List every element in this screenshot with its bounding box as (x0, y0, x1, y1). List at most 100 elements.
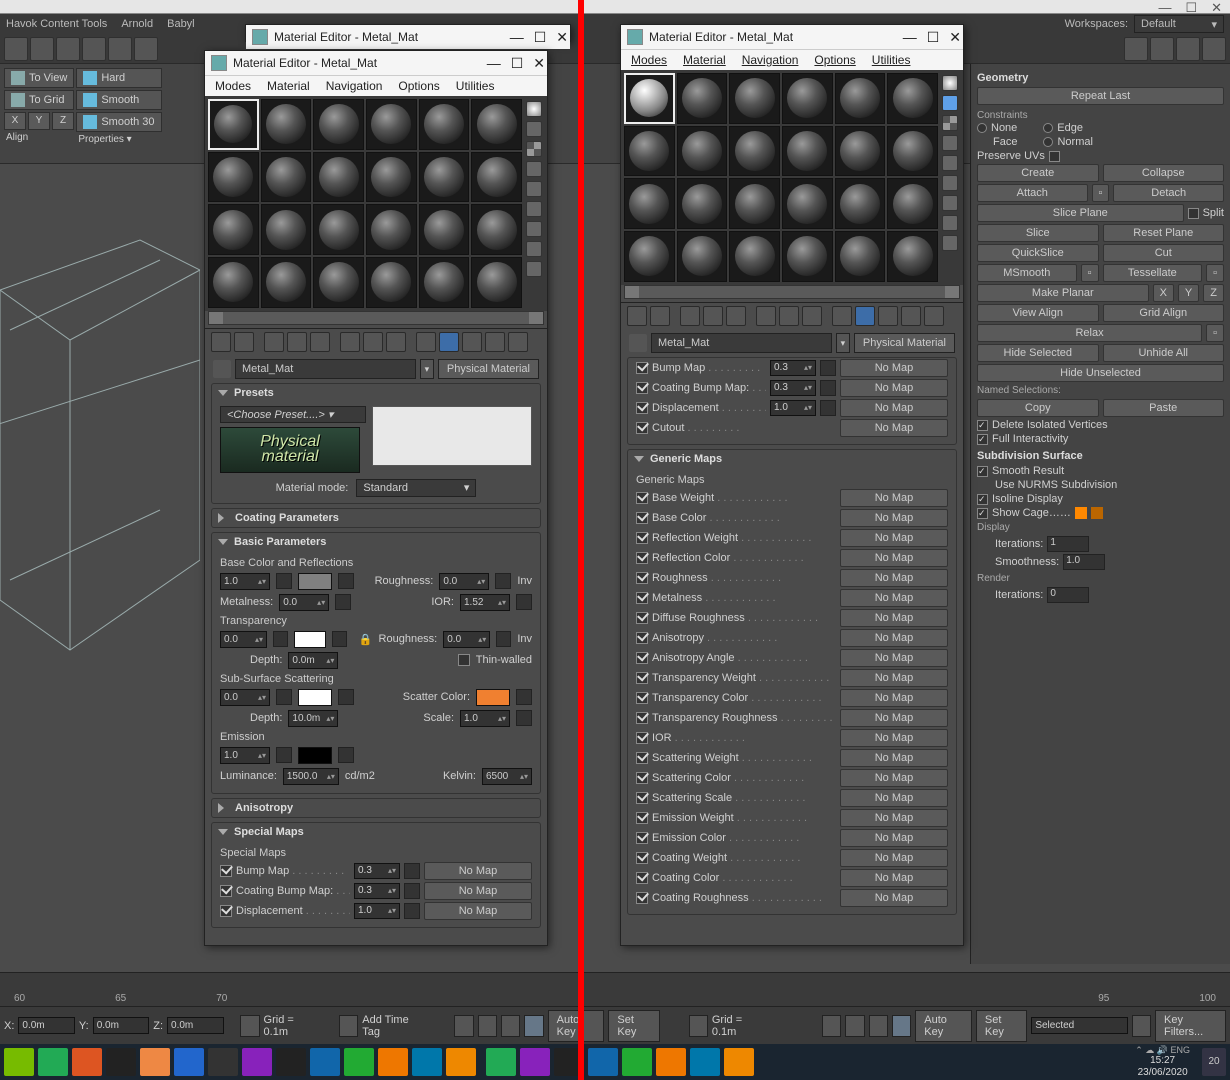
scatter-color-map[interactable] (516, 689, 532, 705)
map-enable-check[interactable] (636, 672, 648, 684)
sss-color-swatch[interactable] (298, 689, 332, 706)
sample-slot[interactable] (729, 126, 780, 177)
detach-button[interactable]: Detach (1113, 184, 1224, 202)
picker-icon[interactable] (213, 360, 231, 378)
show-end-result-icon[interactable] (878, 306, 898, 326)
sample-slot[interactable] (624, 178, 675, 229)
material-name-field[interactable]: Metal_Mat (651, 333, 832, 353)
trans-color-map[interactable] (332, 631, 347, 647)
taskbar-app-icon[interactable] (724, 1048, 754, 1076)
axis-x-button[interactable]: X (4, 112, 26, 130)
map-button[interactable]: No Map (840, 869, 948, 887)
toolbar-icon[interactable] (1124, 37, 1148, 61)
taskbar-app-icon[interactable] (412, 1048, 442, 1076)
map-enable-check[interactable] (220, 865, 232, 877)
map-slot[interactable] (404, 883, 420, 899)
ior-spinner[interactable]: 1.52▴▾ (460, 594, 510, 611)
material-name-dropdown[interactable]: ▾ (836, 333, 850, 353)
map-button[interactable]: No Map (840, 549, 948, 567)
basic-rollout-header[interactable]: Basic Parameters (212, 533, 540, 551)
sample-slot[interactable] (261, 152, 312, 203)
sample-light-icon[interactable] (942, 75, 958, 91)
metalness-map[interactable] (335, 594, 351, 610)
sample-slot[interactable] (887, 126, 938, 177)
transport-prev-icon[interactable] (822, 1015, 841, 1037)
material-id-icon[interactable] (416, 332, 436, 352)
set-key-button[interactable]: Set Key (608, 1010, 659, 1042)
hide-selected-button[interactable]: Hide Selected (977, 344, 1099, 362)
sample-type-icon[interactable] (526, 221, 542, 237)
save-icon[interactable] (386, 332, 406, 352)
transport-next-icon[interactable] (869, 1015, 888, 1037)
menu-navigation[interactable]: Navigation (742, 53, 799, 67)
maximize-icon[interactable]: ☐ (511, 55, 524, 72)
render-iter-spinner[interactable]: 0 (1047, 587, 1089, 603)
go-forward-icon[interactable] (508, 332, 528, 352)
sample-uv-icon[interactable] (526, 161, 542, 177)
smoothness-spinner[interactable]: 1.0 (1063, 554, 1105, 570)
toolbar-icon[interactable] (1202, 37, 1226, 61)
map-enable-check[interactable] (636, 752, 648, 764)
sample-slot[interactable] (366, 152, 417, 203)
sample-slot[interactable] (313, 257, 364, 308)
map-enable-check[interactable] (636, 382, 648, 394)
go-parent-icon[interactable] (901, 306, 921, 326)
map-enable-check[interactable] (636, 852, 648, 864)
sample-slot[interactable] (261, 257, 312, 308)
slice-button[interactable]: Slice (977, 224, 1099, 242)
taskbar-app-icon[interactable] (38, 1048, 68, 1076)
sample-slot[interactable] (835, 126, 886, 177)
sample-slot[interactable] (208, 152, 259, 203)
menu-havok[interactable]: Havok Content Tools (6, 18, 107, 30)
map-enable-check[interactable] (220, 885, 232, 897)
map-button[interactable]: No Map (840, 809, 948, 827)
win-max-icon[interactable]: ☐ (1185, 0, 1197, 16)
menu-utilities[interactable]: Utilities (456, 79, 495, 93)
grid-icon[interactable] (689, 1015, 708, 1037)
toolbar-icon[interactable] (4, 37, 28, 61)
cage-color-2[interactable] (1091, 507, 1103, 519)
taskbar-app-icon[interactable] (378, 1048, 408, 1076)
dialog-titlebar[interactable]: Material Editor - Metal_Mat — ☐ ✕ (621, 25, 963, 49)
minimize-icon[interactable]: — (903, 29, 917, 46)
taskbar-app-icon[interactable] (486, 1048, 516, 1076)
unhide-all-button[interactable]: Unhide All (1103, 344, 1225, 362)
sample-slot[interactable] (419, 204, 470, 255)
sample-settings-icon[interactable] (942, 235, 958, 251)
get-material-icon[interactable] (211, 332, 231, 352)
minimize-icon[interactable]: — (487, 55, 501, 72)
grid-align-button[interactable]: Grid Align (1103, 304, 1225, 322)
sss-color-map[interactable] (338, 689, 354, 705)
transport-play-icon[interactable] (478, 1015, 497, 1037)
axis-y-button[interactable]: Y (28, 112, 50, 130)
paste-button[interactable]: Paste (1103, 399, 1225, 417)
make-planar-button[interactable]: Make Planar (977, 284, 1149, 302)
map-enable-check[interactable] (636, 402, 648, 414)
sample-slot[interactable] (208, 99, 259, 150)
preset-dropdown[interactable]: <Choose Preset....> ▾ (220, 406, 366, 423)
sample-scrollbar[interactable] (208, 311, 544, 325)
map-enable-check[interactable] (220, 905, 232, 917)
taskbar-app-icon[interactable] (4, 1048, 34, 1076)
sample-slot[interactable] (366, 257, 417, 308)
transport-prev-icon[interactable] (454, 1015, 473, 1037)
material-name-dropdown[interactable]: ▾ (420, 359, 434, 379)
trans-weight-map[interactable] (273, 631, 288, 647)
map-enable-check[interactable] (636, 592, 648, 604)
map-enable-check[interactable] (636, 812, 648, 824)
toolbar-icon[interactable] (1150, 37, 1174, 61)
taskbar-app-icon[interactable] (622, 1048, 652, 1076)
max-icon[interactable]: ☐ (534, 29, 547, 46)
map-amount-spinner[interactable]: 0.3▴▾ (354, 883, 400, 899)
sample-slot[interactable] (782, 178, 833, 229)
map-button[interactable]: No Map (840, 489, 948, 507)
map-enable-check[interactable] (636, 832, 648, 844)
tessellate-button[interactable]: Tessellate (1103, 264, 1203, 282)
isoline-check[interactable] (977, 494, 988, 505)
taskbar-app-icon[interactable] (72, 1048, 102, 1076)
taskbar-app-icon[interactable] (242, 1048, 272, 1076)
map-button[interactable]: No Map (840, 789, 948, 807)
map-button[interactable]: No Map (424, 862, 532, 880)
planar-z[interactable]: Z (1203, 284, 1224, 302)
toolbar-icon[interactable] (56, 37, 80, 61)
